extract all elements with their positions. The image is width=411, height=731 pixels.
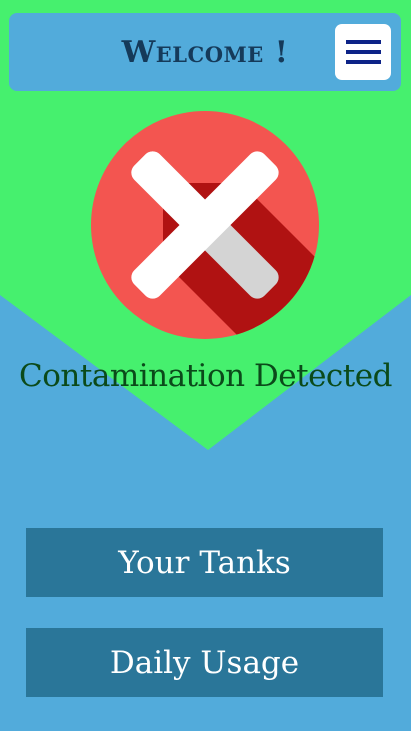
- status-message: Contamination Detected: [19, 358, 392, 394]
- your-tanks-button[interactable]: Your Tanks: [26, 528, 383, 597]
- menu-button[interactable]: [335, 24, 391, 80]
- daily-usage-button[interactable]: Daily Usage: [26, 628, 383, 697]
- close-x-icon: [91, 111, 319, 339]
- app-header: Welcome !: [9, 13, 401, 91]
